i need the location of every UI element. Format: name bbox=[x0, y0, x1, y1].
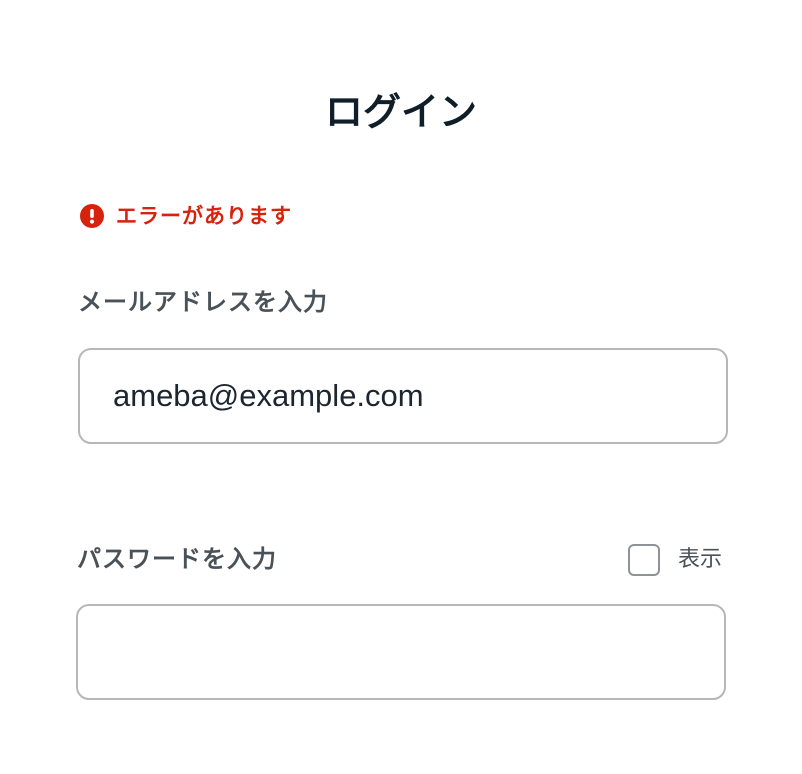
error-message: エラーがあります bbox=[80, 200, 292, 232]
error-text: エラーがあります bbox=[116, 204, 292, 228]
show-password-checkbox[interactable] bbox=[628, 544, 660, 576]
show-password-label: 表示 bbox=[678, 547, 723, 572]
alert-circle-icon bbox=[80, 204, 104, 228]
show-password-toggle[interactable]: 表示 bbox=[628, 542, 722, 578]
password-input[interactable] bbox=[76, 604, 726, 700]
email-input[interactable] bbox=[78, 348, 728, 444]
password-label: パスワードを入力 bbox=[77, 545, 277, 573]
email-label: メールアドレスを入力 bbox=[78, 288, 328, 316]
page-title: ログイン bbox=[324, 90, 477, 134]
